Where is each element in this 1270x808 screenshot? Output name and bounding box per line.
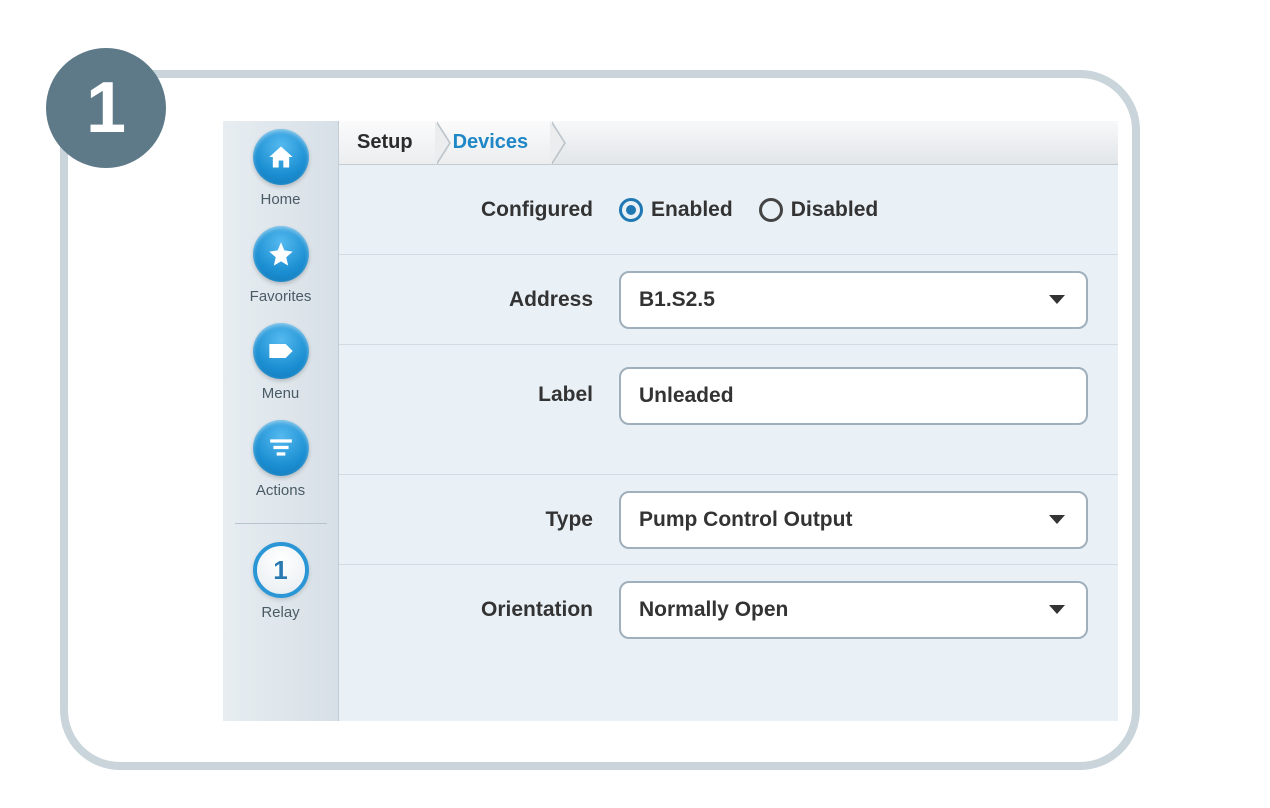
radio-circle-enabled	[619, 198, 643, 222]
sidebar-label-relay: Relay	[261, 604, 299, 621]
step-container: 1 Home Favorites Menu	[60, 70, 1140, 770]
sidebar-item-menu[interactable]: Menu	[253, 323, 309, 402]
sidebar-item-actions[interactable]: Actions	[253, 420, 309, 499]
label-configured: Configured	[339, 198, 619, 222]
select-type-value: Pump Control Output	[639, 508, 852, 532]
radio-enabled[interactable]: Enabled	[619, 198, 733, 222]
tag-icon	[253, 323, 309, 379]
form-area: Configured Enabled Disabled Ad	[339, 165, 1118, 721]
breadcrumb-setup[interactable]: Setup	[339, 121, 435, 164]
configured-radio-group: Enabled Disabled	[619, 198, 1088, 222]
select-orientation[interactable]: Normally Open	[619, 581, 1088, 639]
home-icon	[253, 129, 309, 185]
label-orientation: Orientation	[339, 598, 619, 622]
radio-disabled[interactable]: Disabled	[759, 198, 879, 222]
sidebar-label-menu: Menu	[262, 385, 300, 402]
chevron-down-icon	[1048, 508, 1066, 532]
relay-icon: 1	[253, 542, 309, 598]
label-label: Label	[339, 367, 619, 407]
sidebar-item-home[interactable]: Home	[253, 129, 309, 208]
sidebar-item-relay[interactable]: 1 Relay	[253, 542, 309, 621]
select-address-value: B1.S2.5	[639, 288, 715, 312]
chevron-down-icon	[1048, 288, 1066, 312]
breadcrumb-devices[interactable]: Devices	[435, 121, 551, 164]
row-label: Label Unleaded	[339, 345, 1118, 475]
sidebar-item-favorites[interactable]: Favorites	[250, 226, 312, 305]
chevron-down-icon	[1048, 598, 1066, 622]
sidebar-separator	[235, 523, 327, 524]
row-type: Type Pump Control Output	[339, 475, 1118, 565]
label-address: Address	[339, 288, 619, 312]
content-area: Setup Devices Configured Enabled Disable…	[339, 121, 1118, 721]
step-number-badge: 1	[46, 48, 166, 168]
label-type: Type	[339, 508, 619, 532]
row-address: Address B1.S2.5	[339, 255, 1118, 345]
sidebar-label-favorites: Favorites	[250, 288, 312, 305]
select-address[interactable]: B1.S2.5	[619, 271, 1088, 329]
sidebar-label-home: Home	[260, 191, 300, 208]
select-type[interactable]: Pump Control Output	[619, 491, 1088, 549]
breadcrumb: Setup Devices	[339, 121, 1118, 165]
input-label-value: Unleaded	[639, 384, 734, 408]
actions-icon	[253, 420, 309, 476]
radio-label-enabled: Enabled	[651, 198, 733, 222]
sidebar: Home Favorites Menu Actions	[223, 121, 339, 721]
input-label[interactable]: Unleaded	[619, 367, 1088, 425]
row-orientation: Orientation Normally Open	[339, 565, 1118, 655]
radio-label-disabled: Disabled	[791, 198, 879, 222]
radio-circle-disabled	[759, 198, 783, 222]
star-icon	[253, 226, 309, 282]
row-configured: Configured Enabled Disabled	[339, 165, 1118, 255]
select-orientation-value: Normally Open	[639, 598, 788, 622]
app-window: Home Favorites Menu Actions	[223, 121, 1118, 721]
sidebar-label-actions: Actions	[256, 482, 305, 499]
